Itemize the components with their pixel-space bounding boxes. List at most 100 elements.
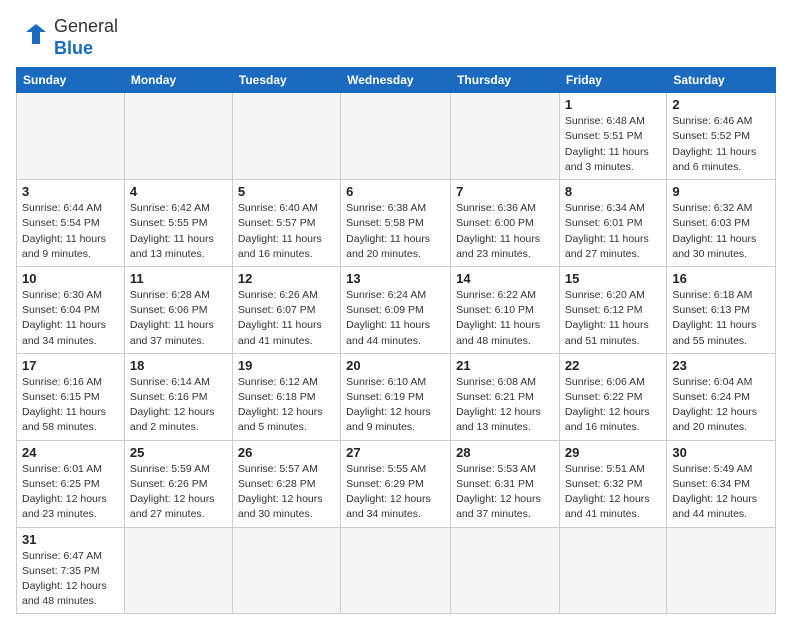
day-info: Sunrise: 6:01 AM Sunset: 6:25 PM Dayligh… [22,462,119,523]
calendar-cell: 29Sunrise: 5:51 AM Sunset: 6:32 PM Dayli… [559,440,666,527]
day-info: Sunrise: 6:18 AM Sunset: 6:13 PM Dayligh… [672,288,770,349]
day-of-week-header: Tuesday [232,68,340,93]
calendar-cell: 8Sunrise: 6:34 AM Sunset: 6:01 PM Daylig… [559,180,666,267]
calendar-cell [559,527,666,614]
calendar-cell: 28 Sunrise: 5:53 AM Sunset: 6:31 PM Dayli… [451,440,560,527]
day-of-week-header: Thursday [451,68,560,93]
day-info: Sunrise: 6:38 AM Sunset: 5:58 PM Dayligh… [346,201,445,262]
calendar-table: SundayMondayTuesdayWednesdayThursdayFrid… [16,67,776,614]
calendar-cell: 19 Sunrise: 6:12 AM Sunset: 6:18 PM Dayli… [232,353,340,440]
calendar-cell [124,527,232,614]
day-info: Sunrise: 6:16 AM Sunset: 6:15 PM Dayligh… [22,375,119,436]
calendar-cell [341,527,451,614]
day-info: Sunrise: 6:12 AM Sunset: 6:18 PM Dayligh… [238,375,335,436]
calendar-cell: 21Sunrise: 6:08 AM Sunset: 6:21 PM Dayli… [451,353,560,440]
calendar-cell [17,93,125,180]
calendar-cell: 1 Sunrise: 6:48 AM Sunset: 5:51 PM Daylig… [559,93,666,180]
day-info: Sunrise: 6:28 AM Sunset: 6:06 PM Dayligh… [130,288,227,349]
day-info: Sunrise: 6:48 AM Sunset: 5:51 PM Dayligh… [565,114,661,175]
calendar-cell: 12Sunrise: 6:26 AM Sunset: 6:07 PM Dayli… [232,266,340,353]
calendar-cell: 24 Sunrise: 6:01 AM Sunset: 6:25 PM Dayli… [17,440,125,527]
calendar-cell [667,527,776,614]
day-info: Sunrise: 6:36 AM Sunset: 6:00 PM Dayligh… [456,201,554,262]
calendar-cell: 23 Sunrise: 6:04 AM Sunset: 6:24 PM Dayli… [667,353,776,440]
calendar-cell [451,93,560,180]
calendar-cell: 17 Sunrise: 6:16 AM Sunset: 6:15 PM Dayli… [17,353,125,440]
calendar-cell: 5 Sunrise: 6:40 AM Sunset: 5:57 PM Daylig… [232,180,340,267]
day-number: 7 [456,184,554,199]
day-info: Sunrise: 6:44 AM Sunset: 5:54 PM Dayligh… [22,201,119,262]
day-info: Sunrise: 5:49 AM Sunset: 6:34 PM Dayligh… [672,462,770,523]
calendar-cell: 30Sunrise: 5:49 AM Sunset: 6:34 PM Dayli… [667,440,776,527]
logo-graphic [16,20,52,56]
day-info: Sunrise: 6:20 AM Sunset: 6:12 PM Dayligh… [565,288,661,349]
calendar-cell [232,527,340,614]
day-info: Sunrise: 5:55 AM Sunset: 6:29 PM Dayligh… [346,462,445,523]
day-info: Sunrise: 6:24 AM Sunset: 6:09 PM Dayligh… [346,288,445,349]
day-number: 19 [238,358,335,373]
logo: General Blue [16,16,118,59]
day-info: Sunrise: 6:42 AM Sunset: 5:55 PM Dayligh… [130,201,227,262]
day-number: 27 [346,445,445,460]
calendar-cell: 15 Sunrise: 6:20 AM Sunset: 6:12 PM Dayli… [559,266,666,353]
calendar-cell: 10 Sunrise: 6:30 AM Sunset: 6:04 PM Dayli… [17,266,125,353]
day-number: 16 [672,271,770,286]
day-info: Sunrise: 6:40 AM Sunset: 5:57 PM Dayligh… [238,201,335,262]
calendar-cell: 13 Sunrise: 6:24 AM Sunset: 6:09 PM Dayli… [341,266,451,353]
day-number: 8 [565,184,661,199]
day-of-week-header: Friday [559,68,666,93]
day-number: 22 [565,358,661,373]
day-number: 3 [22,184,119,199]
day-info: Sunrise: 6:26 AM Sunset: 6:07 PM Dayligh… [238,288,335,349]
calendar-cell [341,93,451,180]
day-number: 18 [130,358,227,373]
day-number: 10 [22,271,119,286]
day-info: Sunrise: 6:06 AM Sunset: 6:22 PM Dayligh… [565,375,661,436]
day-number: 15 [565,271,661,286]
day-info: Sunrise: 5:59 AM Sunset: 6:26 PM Dayligh… [130,462,227,523]
day-info: Sunrise: 6:10 AM Sunset: 6:19 PM Dayligh… [346,375,445,436]
calendar-cell: 25 Sunrise: 5:59 AM Sunset: 6:26 PM Dayli… [124,440,232,527]
day-number: 5 [238,184,335,199]
calendar-cell: 14 Sunrise: 6:22 AM Sunset: 6:10 PM Dayli… [451,266,560,353]
day-info: Sunrise: 5:53 AM Sunset: 6:31 PM Dayligh… [456,462,554,523]
day-number: 24 [22,445,119,460]
day-number: 25 [130,445,227,460]
logo-container: General Blue [16,16,118,59]
calendar-cell [124,93,232,180]
day-info: Sunrise: 6:47 AM Sunset: 7:35 PM Dayligh… [22,549,119,610]
day-number: 14 [456,271,554,286]
calendar-cell [232,93,340,180]
day-info: Sunrise: 6:14 AM Sunset: 6:16 PM Dayligh… [130,375,227,436]
day-number: 6 [346,184,445,199]
day-number: 31 [22,532,119,547]
calendar-cell: 20 Sunrise: 6:10 AM Sunset: 6:19 PM Dayli… [341,353,451,440]
calendar-cell: 26Sunrise: 5:57 AM Sunset: 6:28 PM Dayli… [232,440,340,527]
day-number: 20 [346,358,445,373]
calendar-cell: 27 Sunrise: 5:55 AM Sunset: 6:29 PM Dayli… [341,440,451,527]
calendar-cell: 31 Sunrise: 6:47 AM Sunset: 7:35 PM Dayli… [17,527,125,614]
day-number: 13 [346,271,445,286]
day-number: 26 [238,445,335,460]
day-number: 23 [672,358,770,373]
page-header: General Blue [16,16,776,59]
calendar-cell: 11 Sunrise: 6:28 AM Sunset: 6:06 PM Dayli… [124,266,232,353]
day-info: Sunrise: 6:30 AM Sunset: 6:04 PM Dayligh… [22,288,119,349]
calendar-cell: 4 Sunrise: 6:42 AM Sunset: 5:55 PM Daylig… [124,180,232,267]
day-info: Sunrise: 6:46 AM Sunset: 5:52 PM Dayligh… [672,114,770,175]
day-number: 1 [565,97,661,112]
day-info: Sunrise: 6:22 AM Sunset: 6:10 PM Dayligh… [456,288,554,349]
day-number: 17 [22,358,119,373]
calendar-cell: 9Sunrise: 6:32 AM Sunset: 6:03 PM Daylig… [667,180,776,267]
day-info: Sunrise: 6:04 AM Sunset: 6:24 PM Dayligh… [672,375,770,436]
calendar-cell: 22 Sunrise: 6:06 AM Sunset: 6:22 PM Dayli… [559,353,666,440]
day-number: 11 [130,271,227,286]
day-number: 28 [456,445,554,460]
calendar-cell: 7 Sunrise: 6:36 AM Sunset: 6:00 PM Daylig… [451,180,560,267]
calendar-cell: 2Sunrise: 6:46 AM Sunset: 5:52 PM Daylig… [667,93,776,180]
day-number: 29 [565,445,661,460]
logo-general-text: General [54,16,118,38]
day-number: 4 [130,184,227,199]
day-number: 9 [672,184,770,199]
day-of-week-header: Monday [124,68,232,93]
